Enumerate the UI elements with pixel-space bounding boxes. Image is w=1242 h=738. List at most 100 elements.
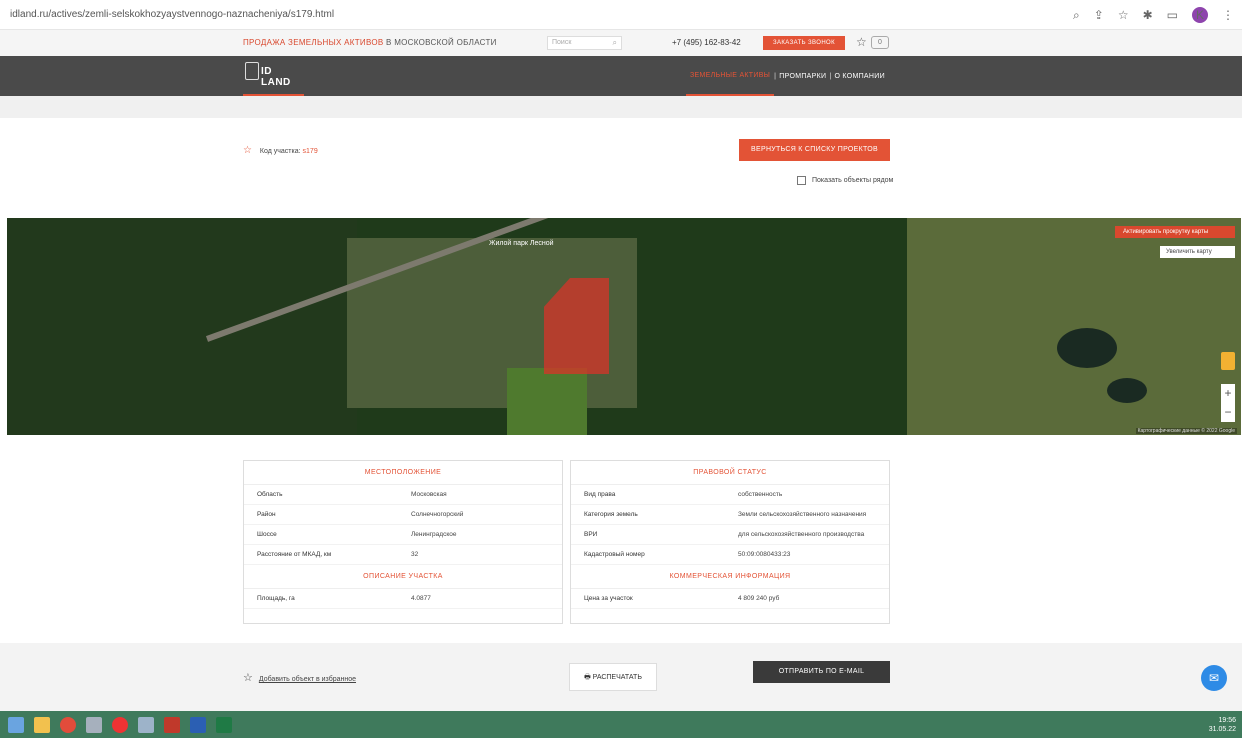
- show-nearby-checkbox[interactable]: [797, 176, 806, 185]
- breadcrumb-band: [0, 96, 1242, 118]
- table-row: Область Московская: [244, 485, 562, 505]
- row-value: Земли сельскохозяйственного назначения: [738, 511, 867, 518]
- table-row: Район Солнечногорский: [244, 505, 562, 525]
- satellite-map[interactable]: Жилой парк Лесной Активировать прокрутку…: [7, 218, 1241, 435]
- start-icon[interactable]: [8, 716, 24, 733]
- row-value: 4 809 240 руб: [738, 595, 780, 602]
- explorer-icon[interactable]: [34, 716, 50, 733]
- print-button[interactable]: 🖶 РАСПЕЧАТАТЬ: [569, 663, 657, 691]
- row-value: Ленинградское: [411, 531, 457, 538]
- lot-code-value: s179: [302, 148, 318, 155]
- app-icon-3[interactable]: [164, 716, 180, 733]
- commercial-title: КОММЕРЧЕСКАЯ ИНФОРМАЦИЯ: [571, 565, 889, 589]
- site-logo[interactable]: ID LAND: [243, 56, 304, 96]
- row-key: ВРИ: [584, 531, 598, 538]
- map-lake: [1057, 328, 1117, 368]
- row-key: Кадастровый номер: [584, 551, 645, 558]
- nav-item-promparks[interactable]: ПРОМПАРКИ: [776, 73, 829, 80]
- location-title: МЕСТОПОЛОЖЕНИЕ: [244, 461, 562, 485]
- map-copyright: Картографические данные © 2022 Google: [1135, 428, 1237, 434]
- os-taskbar: 19:56 31.05.22: [0, 711, 1242, 738]
- menu-kebab-icon[interactable]: ⋮: [1222, 5, 1234, 25]
- star-icon: ☆: [243, 672, 253, 684]
- table-row: Цена за участок 4 809 240 руб: [571, 589, 889, 609]
- search-placeholder: Поиск: [552, 39, 572, 46]
- table-row: Расстояние от МКАД, км 32: [244, 545, 562, 565]
- profile-avatar[interactable]: K: [1192, 7, 1208, 23]
- phone-number[interactable]: +7 (495) 162-83-42: [672, 38, 741, 47]
- add-favorite-label[interactable]: Добавить объект в избранное: [259, 676, 356, 683]
- favorite-star-icon[interactable]: ☆: [243, 145, 252, 156]
- add-favorite-link[interactable]: ☆ Добавить объект в избранное: [243, 671, 356, 684]
- yandex-icon[interactable]: [112, 716, 128, 733]
- table-row: Вид права собственность: [571, 485, 889, 505]
- map-zoom-control[interactable]: + −: [1221, 384, 1235, 422]
- map-green-field: [507, 368, 587, 435]
- main-nav: ID LAND ЗЕМЕЛЬНЫЕ АКТИВЫ | ПРОМПАРКИ | О…: [0, 56, 1242, 96]
- app-icon[interactable]: [86, 716, 102, 733]
- address-url[interactable]: idland.ru/actives/zemli-selskokhozyaystv…: [10, 9, 334, 20]
- table-row: ВРИ для сельскохозяйственного производств…: [571, 525, 889, 545]
- clock-time: 19:56: [1218, 717, 1236, 724]
- share-icon[interactable]: ⇪: [1094, 5, 1104, 25]
- top-strip: ПРОДАЖА ЗЕМЕЛЬНЫХ АКТИВОВ В МОСКОВСКОЙ О…: [0, 30, 1242, 56]
- system-clock[interactable]: 19:56 31.05.22: [1209, 716, 1236, 734]
- search-input[interactable]: Поиск ⌕: [547, 36, 622, 50]
- logo-text: ID LAND: [261, 66, 291, 88]
- word-icon[interactable]: [190, 716, 206, 733]
- zoom-out-icon[interactable]: −: [1221, 403, 1235, 422]
- search-icon[interactable]: ⌕: [613, 37, 617, 49]
- row-key: Расстояние от МКАД, км: [257, 551, 332, 558]
- legal-title: ПРАВОВОЙ СТАТУС: [571, 461, 889, 485]
- description-title: ОПИСАНИЕ УЧАСТКА: [244, 565, 562, 589]
- nav-item-about[interactable]: О КОМПАНИИ: [831, 73, 887, 80]
- row-key: Шоссе: [257, 531, 277, 538]
- table-row: Шоссе Ленинградское: [244, 525, 562, 545]
- table-row: Категория земель Земли сельскохозяйственн…: [571, 505, 889, 525]
- row-key: Вид права: [584, 491, 616, 498]
- excel-icon[interactable]: [216, 716, 232, 733]
- favorites-count[interactable]: 0: [871, 36, 889, 49]
- chrome-icon[interactable]: [60, 716, 76, 733]
- lot-code-label: Код участка:: [259, 148, 301, 155]
- favorites-star-icon[interactable]: ☆: [856, 35, 867, 49]
- back-to-projects-button[interactable]: ВЕРНУТЬСЯ К СПИСКУ ПРОЕКТОВ: [739, 139, 890, 161]
- map-place-label: Жилой парк Лесной: [489, 240, 554, 247]
- row-value: 50:09:0080433:23: [738, 551, 791, 558]
- row-key: Район: [257, 511, 276, 518]
- lot-code: ☆ Код участка: s179: [243, 145, 318, 156]
- show-nearby-objects[interactable]: Показать объекты рядом: [797, 176, 893, 185]
- street-view-pegman-icon[interactable]: [1221, 352, 1235, 370]
- bookmark-star-icon[interactable]: ☆: [1118, 5, 1129, 25]
- row-key: Категория земель: [584, 511, 638, 518]
- extensions-icon[interactable]: ✱: [1143, 5, 1153, 25]
- row-value: 4.0877: [411, 595, 431, 602]
- row-value: собственность: [738, 491, 783, 498]
- chat-widget-icon[interactable]: ✉: [1201, 665, 1227, 691]
- logo-mark-icon: [245, 62, 259, 80]
- promo-red: ПРОДАЖА ЗЕМЕЛЬНЫХ АКТИВОВ: [243, 38, 384, 47]
- activate-scroll-button[interactable]: Активировать прокрутку карты: [1115, 226, 1235, 238]
- app-icon-2[interactable]: [138, 716, 154, 733]
- printer-icon: 🖶: [584, 674, 591, 681]
- clock-date: 31.05.22: [1208, 726, 1236, 733]
- nav-menu: ЗЕМЕЛЬНЫЕ АКТИВЫ | ПРОМПАРКИ | О КОМПАНИ…: [686, 56, 888, 96]
- row-value: для сельскохозяйственного производства: [738, 531, 865, 538]
- location-table: МЕСТОПОЛОЖЕНИЕ Область Московская Район Со…: [243, 460, 563, 624]
- legal-table: ПРАВОВОЙ СТАТУС Вид права собственность К…: [570, 460, 890, 624]
- zoom-icon[interactable]: ⌕: [1073, 5, 1080, 25]
- enlarge-map-button[interactable]: Увеличить карту: [1160, 246, 1235, 258]
- sidepanel-icon[interactable]: ▭: [1167, 5, 1178, 25]
- print-label: РАСПЕЧАТАТЬ: [592, 674, 642, 681]
- nav-item-land-assets[interactable]: ЗЕМЕЛЬНЫЕ АКТИВЫ: [686, 56, 775, 96]
- action-bar: ☆ Добавить объект в избранное 🖶 РАСПЕЧАТА…: [0, 643, 1242, 711]
- browser-toolbar-icons: ⌕ ⇪ ☆ ✱ ▭ K ⋮: [1073, 5, 1234, 25]
- browser-address-bar[interactable]: idland.ru/actives/zemli-selskokhozyaystv…: [0, 0, 1242, 30]
- send-email-button[interactable]: ОТПРАВИТЬ ПО E-MAIL: [753, 661, 890, 683]
- zoom-in-icon[interactable]: +: [1221, 384, 1235, 403]
- row-value: Солнечногорский: [411, 511, 464, 518]
- callback-button[interactable]: ЗАКАЗАТЬ ЗВОНОК: [763, 36, 845, 50]
- row-key: Площадь, га: [257, 595, 295, 602]
- row-value: 32: [411, 551, 419, 558]
- promo-text: ПРОДАЖА ЗЕМЕЛЬНЫХ АКТИВОВ В МОСКОВСКОЙ О…: [243, 38, 497, 47]
